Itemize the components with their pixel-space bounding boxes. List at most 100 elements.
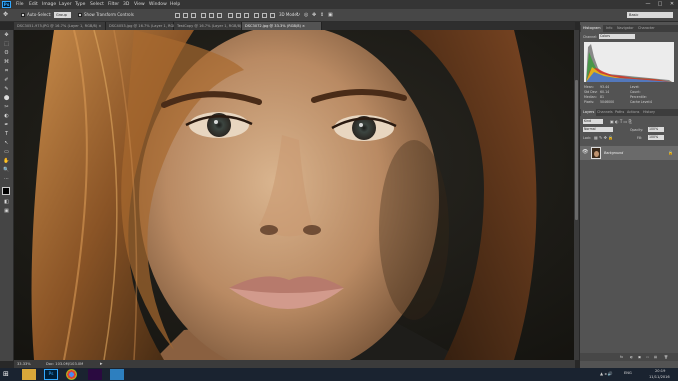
align-vcenter-icon[interactable] — [183, 12, 188, 18]
distribute-hcenter-icon[interactable] — [262, 12, 267, 18]
channel-dropdown[interactable]: Colors — [599, 34, 635, 39]
maximize-button[interactable]: □ — [654, 0, 666, 9]
status-arrow-icon[interactable]: ▸ — [100, 360, 103, 368]
workspace-dropdown[interactable]: Basic — [627, 12, 673, 18]
foreground-color-swatch[interactable] — [2, 187, 10, 195]
trash-icon[interactable]: 🗑 — [664, 355, 668, 359]
document-canvas[interactable] — [14, 30, 575, 360]
menu-layer[interactable]: Layer — [59, 0, 72, 9]
zoom-level[interactable]: 33.33% — [17, 360, 31, 368]
menu-view[interactable]: View — [134, 0, 145, 9]
filter-icons[interactable]: ▣ ◐ T ▭ ⎘ — [610, 119, 632, 124]
shape-tool-icon[interactable]: ▭ — [3, 150, 10, 155]
distribute-vcenter-icon[interactable] — [236, 12, 241, 18]
mask-icon[interactable]: ▭ — [646, 355, 649, 359]
3d-drag-icon[interactable]: ✥ — [312, 9, 316, 21]
3d-rotate-icon[interactable]: ↻ — [296, 9, 300, 21]
align-bottom-icon[interactable] — [191, 12, 196, 18]
portrait-photo — [14, 30, 575, 360]
menu-3d[interactable]: 3D — [123, 0, 129, 9]
clone-stamp-icon[interactable]: ✂ — [3, 105, 10, 110]
close-button[interactable]: ✕ — [666, 0, 678, 9]
tab-layers[interactable]: Layers — [581, 109, 597, 116]
type-tool-icon[interactable]: T — [3, 132, 10, 137]
menu-select[interactable]: Select — [90, 0, 104, 9]
start-button-icon[interactable]: ⊞ — [3, 370, 9, 378]
clock-time[interactable]: 20:19 — [655, 369, 665, 373]
layer-kind-filter[interactable]: Kind — [583, 119, 603, 124]
crop-tool-icon[interactable]: ⌗ — [3, 69, 10, 74]
menu-window[interactable]: Window — [149, 0, 167, 9]
align-left-icon[interactable] — [201, 12, 206, 18]
auto-select-checkbox[interactable] — [21, 13, 25, 17]
tab-histogram[interactable]: Histogram — [581, 25, 603, 32]
3d-slide-icon[interactable]: ⇕ — [320, 9, 324, 21]
distribute-bottom-icon[interactable] — [244, 12, 249, 18]
eye-visibility-icon[interactable]: 👁 — [582, 149, 588, 155]
menu-file[interactable]: File — [16, 0, 24, 9]
lock-icons[interactable]: ▦ ✎ ✥ 🔒 — [594, 135, 613, 140]
align-hcenter-icon[interactable] — [209, 12, 214, 18]
adjustment-icon[interactable]: ◐ — [630, 355, 633, 359]
premiere-app-icon[interactable] — [88, 369, 102, 380]
photoshop-app-icon[interactable]: Ps — [44, 369, 58, 380]
3d-scale-icon[interactable]: ▣ — [328, 9, 333, 21]
lasso-tool-icon[interactable]: ʘ — [3, 51, 10, 56]
layer-name[interactable]: Background — [604, 151, 623, 155]
distribute-left-icon[interactable] — [254, 12, 259, 18]
tab-history[interactable]: History — [641, 109, 657, 116]
3d-roll-icon[interactable]: ◎ — [304, 9, 308, 21]
layer-row-background[interactable]: 👁 Background 🔒 — [580, 146, 678, 160]
doc-tab-1[interactable]: DSC3051-975.JPG @ 16.7% (Layer 1, RGB/8)… — [14, 22, 106, 30]
quick-mask-icon[interactable]: ◧ — [3, 200, 10, 205]
chrome-app-icon[interactable] — [66, 369, 77, 380]
move-tool-icon[interactable]: ✥ — [3, 9, 8, 21]
explorer-app-icon[interactable] — [22, 369, 36, 380]
healing-brush-icon[interactable]: ✎ — [3, 87, 10, 92]
zoom-tool-icon[interactable]: 🔍 — [3, 168, 10, 173]
fill-field[interactable]: 100% — [648, 135, 664, 140]
menu-filter[interactable]: Filter — [108, 0, 119, 9]
hand-tool-icon[interactable]: ✋ — [3, 159, 10, 164]
brush-tool-icon[interactable]: ⬤ — [3, 96, 10, 101]
menu-type[interactable]: Type — [75, 0, 85, 9]
doc-tab-2[interactable]: DSC4053.jpg @ 16.7% (Layer 1, RGB/8) × — [106, 22, 185, 30]
history-brush-icon[interactable]: ◐ — [3, 114, 10, 119]
align-top-icon[interactable] — [175, 12, 180, 18]
distribute-top-icon[interactable] — [228, 12, 233, 18]
language-indicator[interactable]: ENG — [624, 371, 632, 375]
quick-select-tool-icon[interactable]: ⌘ — [3, 60, 10, 65]
more-tools-icon[interactable]: ⋯ — [3, 177, 10, 182]
path-select-icon[interactable]: ↖ — [3, 141, 10, 146]
add-style-icon[interactable]: fx — [620, 355, 623, 359]
group-icon[interactable]: ▣ — [638, 355, 641, 359]
doc-tab-3[interactable]: TestCopy @ 16.7% (Layer 1, RGB/8) × — [174, 22, 246, 30]
blend-mode-dropdown[interactable]: Normal — [583, 127, 613, 132]
new-layer-icon[interactable]: ▤ — [654, 355, 657, 359]
tray-icons[interactable]: ▲ ◂ 🔊 — [600, 371, 613, 376]
move-tool-icon[interactable]: ✥ — [3, 33, 10, 38]
camera-app-icon[interactable] — [110, 369, 124, 380]
transform-controls-checkbox[interactable] — [78, 13, 82, 17]
screen-mode-icon[interactable]: ▣ — [3, 209, 10, 214]
tab-info[interactable]: Info — [604, 25, 614, 32]
menu-image[interactable]: Image — [42, 0, 56, 9]
align-right-icon[interactable] — [217, 12, 222, 18]
menu-edit[interactable]: Edit — [29, 0, 38, 9]
tab-actions[interactable]: Actions — [625, 109, 641, 116]
scrollbar-thumb[interactable] — [575, 80, 578, 220]
tab-character[interactable]: Character — [636, 25, 657, 32]
eyedropper-tool-icon[interactable]: ✐ — [3, 78, 10, 83]
pen-tool-icon[interactable]: ✒ — [3, 123, 10, 128]
fill-label: Fill: — [637, 136, 643, 140]
marquee-tool-icon[interactable]: ⬚ — [3, 42, 10, 47]
tab-channels[interactable]: Channels — [595, 109, 615, 116]
minimize-button[interactable]: — — [642, 0, 654, 9]
auto-select-dropdown[interactable]: Group — [54, 12, 71, 18]
opacity-field[interactable]: 100% — [648, 127, 664, 132]
clock-date[interactable]: 11/11/2016 — [649, 375, 670, 379]
tab-navigator[interactable]: Navigator — [615, 25, 636, 32]
distribute-right-icon[interactable] — [270, 12, 275, 18]
menu-help[interactable]: Help — [170, 0, 180, 9]
doc-tab-active[interactable]: DSC3072.jpg @ 33.3% (RGB/8) × — [242, 22, 322, 30]
